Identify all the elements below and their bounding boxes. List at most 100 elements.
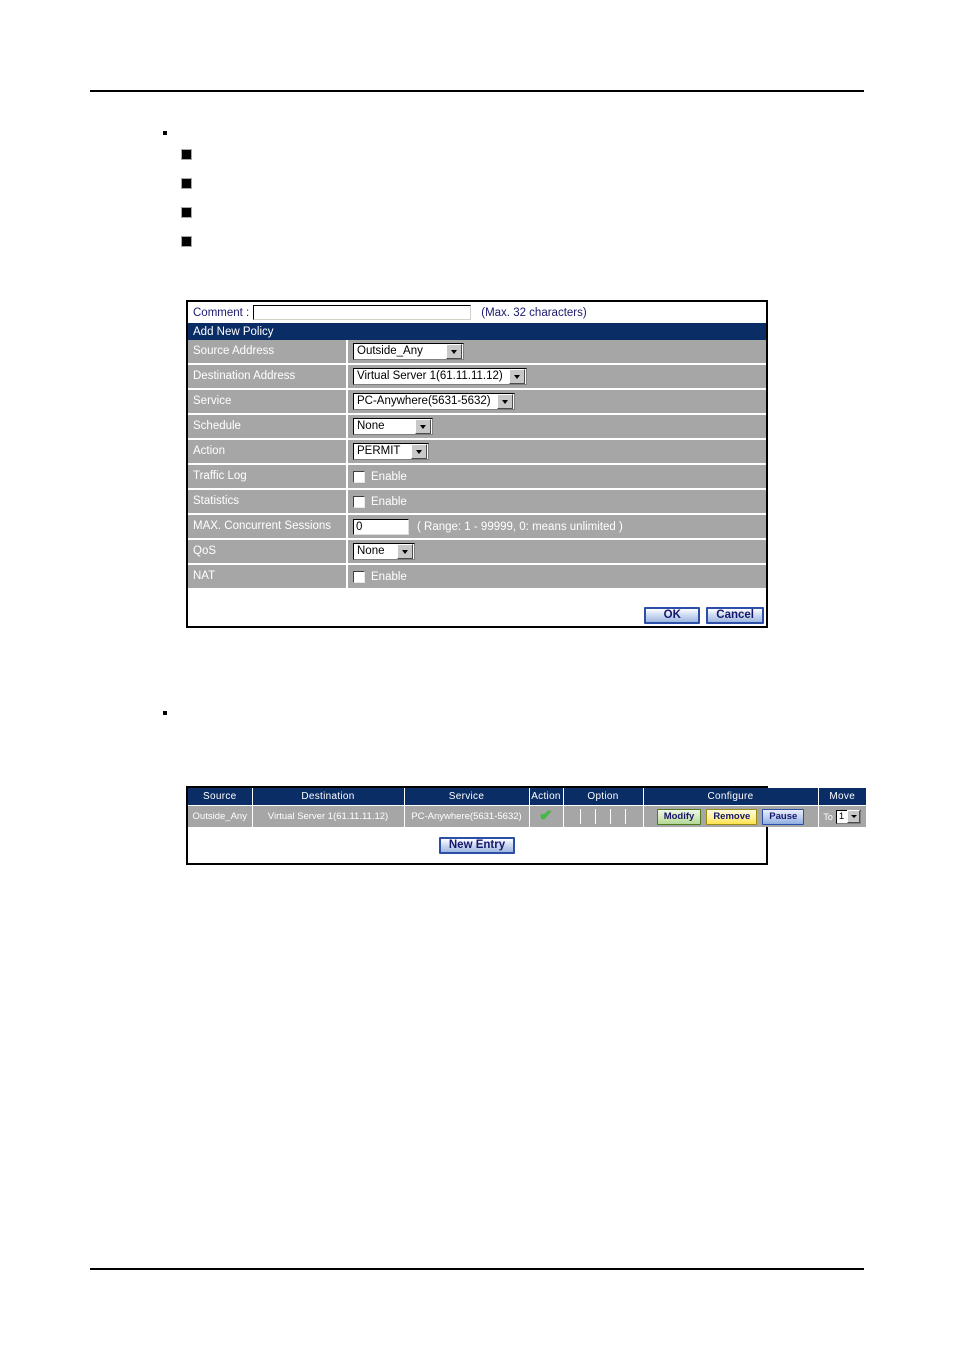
qos-select[interactable]: None <box>353 543 415 560</box>
value-schedule: None <box>348 415 766 438</box>
add-new-policy-form: Comment : (Max. 32 characters) Add New P… <box>186 300 768 628</box>
column-header-service: Service <box>404 788 530 806</box>
row-traffic-log: Traffic Log Enable <box>188 465 766 490</box>
bullet-square-2 <box>181 178 192 189</box>
column-header-source: Source <box>188 788 253 806</box>
nat-checkbox[interactable] <box>353 570 365 583</box>
service-select-value: PC-Anywhere(5631-5632) <box>357 395 491 407</box>
value-traffic-log: Enable <box>348 465 766 488</box>
max-concurrent-sessions-hint: ( Range: 1 - 99999, 0: means unlimited ) <box>417 520 623 533</box>
comment-hint: (Max. 32 characters) <box>481 306 587 319</box>
row-nat: NAT Enable <box>188 565 766 588</box>
schedule-select-value: None <box>357 420 385 432</box>
label-statistics: Statistics <box>188 490 348 513</box>
value-service: PC-Anywhere(5631-5632) <box>348 390 766 413</box>
row-schedule: Schedule None <box>188 415 766 440</box>
statistics-checkbox[interactable] <box>353 495 365 508</box>
move-position-select[interactable]: 1 <box>835 809 862 824</box>
cell-move: To 1 <box>818 805 866 827</box>
footer-rule <box>90 1268 864 1270</box>
bullet-round-1 <box>163 131 167 135</box>
cell-action: ✔ <box>529 805 564 827</box>
panel-title: Add New Policy <box>188 323 766 340</box>
comment-input[interactable] <box>253 305 472 320</box>
traffic-log-enable-label: Enable <box>371 470 407 483</box>
bullet-square-3 <box>181 207 192 218</box>
column-header-destination: Destination <box>252 788 405 806</box>
option-slot-3 <box>596 809 612 824</box>
value-statistics: Enable <box>348 490 766 513</box>
option-slot-2 <box>581 809 596 824</box>
header-rule <box>90 90 864 92</box>
pause-button[interactable]: Pause <box>762 808 805 825</box>
chevron-down-icon[interactable] <box>508 369 525 384</box>
row-destination-address: Destination Address Virtual Server 1(61.… <box>188 365 766 390</box>
label-nat: NAT <box>188 565 348 588</box>
value-source-address: Outside_Any <box>348 340 766 363</box>
ok-button[interactable]: OK <box>644 607 701 624</box>
cell-destination: Virtual Server 1(61.11.11.12) <box>252 805 405 827</box>
chevron-down-icon[interactable] <box>415 419 431 434</box>
cell-service: PC-Anywhere(5631-5632) <box>404 805 530 827</box>
comment-label: Comment : <box>193 306 250 319</box>
modify-button[interactable]: Modify <box>656 808 702 825</box>
cell-configure: Modify Remove Pause <box>643 805 819 827</box>
label-source-address: Source Address <box>188 340 348 363</box>
cell-source: Outside_Any <box>188 805 253 827</box>
chevron-down-icon[interactable] <box>397 544 413 559</box>
bullet-square-1 <box>181 149 192 160</box>
destination-address-select[interactable]: Virtual Server 1(61.11.11.12) <box>353 368 527 385</box>
column-header-action: Action <box>529 788 564 806</box>
max-concurrent-sessions-input[interactable] <box>353 518 409 535</box>
move-to-label: To <box>823 811 833 822</box>
nat-enable-label: Enable <box>371 570 407 583</box>
traffic-log-checkbox[interactable] <box>353 470 365 483</box>
option-slot-5 <box>626 809 640 824</box>
remove-button[interactable]: Remove <box>706 808 758 825</box>
row-statistics: Statistics Enable <box>188 490 766 515</box>
schedule-select[interactable]: None <box>353 418 433 435</box>
statistics-enable-label: Enable <box>371 495 407 508</box>
policy-list-table: Source Destination Service Action Option… <box>186 786 866 865</box>
value-action: PERMIT <box>348 440 766 463</box>
chevron-down-icon[interactable] <box>847 810 861 823</box>
option-slot-4 <box>611 809 627 824</box>
chevron-down-icon[interactable] <box>496 394 513 409</box>
value-nat: Enable <box>348 565 766 588</box>
label-max-concurrent-sessions: MAX. Concurrent Sessions <box>188 515 348 538</box>
label-destination-address: Destination Address <box>188 365 348 388</box>
label-service: Service <box>188 390 348 413</box>
comment-row: Comment : (Max. 32 characters) <box>188 302 766 323</box>
label-qos: QoS <box>188 540 348 563</box>
row-qos: QoS None <box>188 540 766 565</box>
bullet-square-4 <box>181 236 192 247</box>
chevron-down-icon[interactable] <box>411 444 427 459</box>
qos-select-value: None <box>357 545 385 557</box>
label-traffic-log: Traffic Log <box>188 465 348 488</box>
column-header-move: Move <box>818 788 866 806</box>
option-slot-1 <box>566 809 581 824</box>
bullet-round-2 <box>163 711 167 715</box>
service-select[interactable]: PC-Anywhere(5631-5632) <box>353 393 515 410</box>
column-header-option: Option <box>563 788 644 806</box>
value-max-concurrent-sessions: ( Range: 1 - 99999, 0: means unlimited ) <box>348 515 766 538</box>
source-address-select-value: Outside_Any <box>357 345 423 357</box>
table-row: Outside_Any Virtual Server 1(61.11.11.12… <box>188 805 866 827</box>
source-address-select[interactable]: Outside_Any <box>353 343 464 360</box>
value-destination-address: Virtual Server 1(61.11.11.12) <box>348 365 766 388</box>
new-entry-button[interactable]: New Entry <box>438 836 516 854</box>
table-header-row: Source Destination Service Action Option… <box>188 788 866 806</box>
cell-option <box>563 805 644 827</box>
row-max-concurrent-sessions: MAX. Concurrent Sessions ( Range: 1 - 99… <box>188 515 766 540</box>
check-mark-icon: ✔ <box>539 807 553 823</box>
action-select[interactable]: PERMIT <box>353 443 429 460</box>
chevron-down-icon[interactable] <box>446 344 462 359</box>
destination-address-select-value: Virtual Server 1(61.11.11.12) <box>357 370 503 382</box>
column-header-configure: Configure <box>643 788 819 806</box>
row-action: Action PERMIT <box>188 440 766 465</box>
cancel-button[interactable]: Cancel <box>706 607 764 624</box>
table-footer: New Entry <box>188 827 766 863</box>
value-qos: None <box>348 540 766 563</box>
row-source-address: Source Address Outside_Any <box>188 340 766 365</box>
form-footer: OK Cancel <box>188 588 766 626</box>
